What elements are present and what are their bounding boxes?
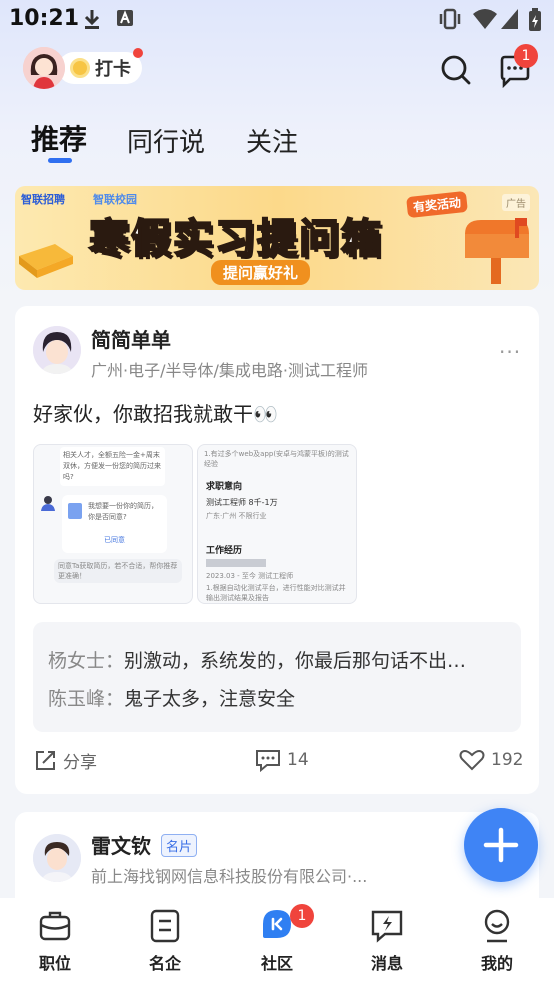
download-icon — [84, 10, 100, 29]
resume-icon — [68, 503, 82, 519]
post-card[interactable]: 简简单单 广州·电子/半导体/集成电路·测试工程师 ··· 好家伙，你敢招我就敢… — [15, 306, 539, 794]
search-icon[interactable] — [440, 54, 472, 86]
chat-bubble: 相关人才，全额五险一金+周末双休，方便发一份您的简历过来吗? — [60, 447, 165, 486]
post-author-name[interactable]: 简简单单 — [91, 324, 171, 353]
message-badge: 1 — [514, 44, 538, 68]
nav-label: 社区 — [260, 954, 293, 973]
comment-count: 14 — [287, 750, 309, 770]
community-badge: 1 — [290, 904, 314, 928]
nav-profile[interactable]: 我的 — [462, 908, 532, 974]
feed-tabs: 推荐 同行说 关注 — [0, 118, 554, 168]
plus-icon — [483, 827, 519, 863]
mailbox-icon — [465, 218, 529, 284]
comment-icon — [256, 750, 280, 772]
active-tab-indicator — [48, 158, 72, 163]
ad-label: 广告 — [502, 194, 530, 211]
resume-summary: 1.有过多个web及app(安卓与鸿蒙平板)的测试经验 — [204, 450, 349, 468]
resume-request-card: 我想要一份你的简历，你是否同意? 已同意 — [62, 495, 167, 553]
more-icon[interactable]: ··· — [499, 340, 521, 364]
post-author-meta: 广州·电子/半导体/集成电路·测试工程师 — [91, 361, 368, 380]
comment-author: 杨女士： — [48, 650, 125, 672]
comment-author: 陈玉峰： — [48, 688, 125, 710]
checkin-label: 打卡 — [95, 59, 131, 80]
avatar-man-icon — [33, 834, 81, 882]
chat-notice: 同意Ta获取简历，若不合适，帮你推荐更准确！ — [54, 559, 182, 583]
tab-recommend[interactable]: 推荐 — [31, 118, 87, 158]
nav-label: 消息 — [370, 954, 403, 973]
gold-bars-icon — [19, 244, 73, 278]
post-author-avatar[interactable] — [33, 326, 81, 374]
checkin-button[interactable]: 打卡 — [58, 52, 142, 84]
comment-text: 别激动，系统发的，你最后那句话不出… — [124, 650, 467, 672]
resume-section-experience: 工作经历 — [206, 546, 243, 556]
promo-banner[interactable]: 智联招聘 智联校园 寒假实习提问箱 有奖活动 广告 提问赢好礼 — [15, 186, 539, 290]
nav-label: 职位 — [38, 954, 71, 973]
post-author-name[interactable]: 雷文钦 — [91, 830, 151, 859]
redacted-company — [206, 559, 266, 567]
resume-job: 测试工程师 8千-1万 — [206, 498, 278, 507]
post-author-avatar[interactable] — [33, 834, 81, 882]
message-bolt-icon — [371, 910, 403, 943]
wifi-icon — [473, 9, 497, 29]
resume-location: 广东·广州 不限行业 — [206, 512, 267, 520]
comment-button[interactable]: 14 — [255, 748, 309, 772]
app-header: 打卡 — [0, 44, 554, 94]
checkin-red-dot — [133, 48, 143, 58]
create-post-button[interactable] — [464, 808, 538, 882]
comment-1: 杨女士：别激动，系统发的，你最后那句话不出… — [48, 646, 508, 673]
banner-brand-campus: 智联校园 — [93, 193, 137, 206]
heart-icon — [459, 750, 485, 771]
banner-brand: 智联招聘 — [21, 193, 65, 206]
nav-companies[interactable]: 名企 — [130, 908, 200, 974]
tab-following[interactable]: 关注 — [246, 122, 298, 159]
avatar-boy-icon — [33, 326, 81, 374]
resume-section-intent: 求职意向 — [206, 482, 243, 492]
share-icon — [36, 750, 55, 770]
nav-jobs[interactable]: 职位 — [20, 908, 90, 974]
nav-messages[interactable]: 消息 — [352, 908, 422, 974]
status-time: 10:21 — [9, 6, 80, 31]
vibrate-icon — [439, 8, 461, 30]
profile-icon — [484, 909, 510, 943]
nav-label: 我的 — [480, 954, 513, 973]
comment-preview[interactable]: 杨女士：别激动，系统发的，你最后那句话不出… 陈玉峰：鬼子太多，注意安全 — [33, 622, 521, 732]
banner-title: 寒假实习提问箱 — [88, 215, 383, 263]
comment-text: 鬼子太多，注意安全 — [124, 688, 296, 710]
comment-2: 陈玉峰：鬼子太多，注意安全 — [48, 684, 508, 711]
post-author-meta: 前上海找钢网信息科技股份有限公司·... — [91, 867, 368, 886]
share-label: 分享 — [63, 753, 97, 773]
tab-peers[interactable]: 同行说 — [127, 122, 205, 159]
status-bar: 10:21 — [0, 0, 554, 40]
nav-label: 名企 — [148, 954, 181, 973]
like-button[interactable]: 192 — [459, 748, 523, 772]
business-card-tag[interactable]: 名片 — [161, 834, 198, 857]
post-image-resume[interactable]: 1.有过多个web及app(安卓与鸿蒙平板)的测试经验 求职意向 测试工程师 8… — [197, 444, 357, 604]
avatar-girl-icon — [23, 47, 65, 89]
company-icon — [150, 909, 180, 943]
briefcase-icon — [39, 911, 71, 941]
like-count: 192 — [491, 750, 524, 770]
font-icon — [117, 10, 133, 26]
signal-icon — [501, 9, 518, 29]
resume-period: 2023.03 - 至今 测试工程师 — [206, 572, 294, 580]
resume-detail: 1.根据自动化测试平台，进行性能对比测试并输出测试结果及报告 — [206, 584, 346, 602]
post-text: 好家伙，你敢招我就敢干👀 — [33, 402, 278, 426]
resume-request-text: 我想要一份你的简历，你是否同意? — [88, 502, 158, 521]
banner-subtitle: 提问赢好礼 — [211, 260, 311, 285]
battery-icon — [529, 8, 541, 31]
recruiter-avatar-icon — [41, 496, 55, 511]
coin-icon — [70, 58, 90, 78]
post-image-chat[interactable]: 相关人才，全额五险一金+周末双休，方便发一份您的简历过来吗? 我想要一份你的简历… — [33, 444, 193, 604]
bottom-nav: 职位 名企 社区 消息 我的 — [0, 898, 554, 986]
user-avatar[interactable] — [23, 47, 65, 89]
resume-status: 已同意 — [104, 536, 125, 544]
share-button[interactable]: 分享 — [33, 748, 97, 773]
